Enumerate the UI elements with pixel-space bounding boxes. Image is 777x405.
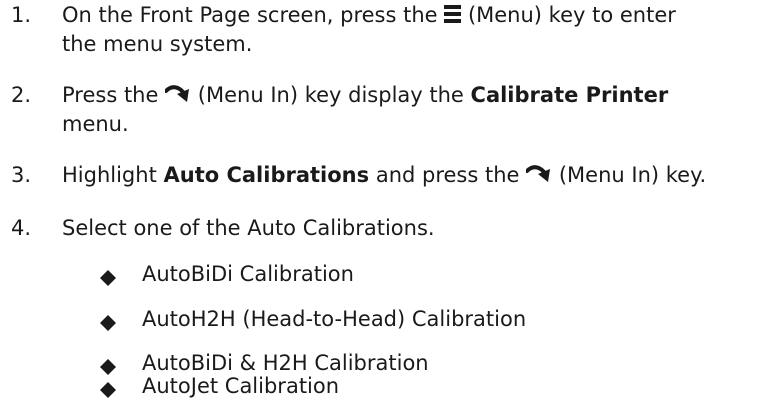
step-text-part: (Menu) key to enter — [467, 3, 676, 27]
menu-in-arrow-icon — [164, 82, 191, 110]
menu-icon — [444, 2, 462, 30]
diamond-bullet-icon — [100, 310, 116, 338]
step-text: Highlight Auto Calibrations and press th… — [62, 161, 772, 190]
step-number: 3. — [11, 163, 32, 187]
diamond-bullet-icon — [100, 265, 116, 293]
step-text-part: Highlight — [62, 163, 157, 187]
step-text-part: (Menu In) key. — [558, 163, 707, 187]
step-line: Highlight Auto Calibrations and press th… — [62, 161, 772, 190]
step-line: Select one of the Auto Calibrations. — [62, 216, 435, 240]
menu-name: Auto Calibrations — [163, 163, 370, 187]
step-number: 1. — [11, 3, 32, 27]
step-text: Select one of the Auto Calibrations. — [62, 214, 772, 242]
procedure-document: 1. On the Front Page screen, press the (… — [0, 0, 777, 400]
step-line: menu. — [62, 112, 129, 136]
step-text: On the Front Page screen, press the (Men… — [62, 1, 772, 58]
calibration-option: AutoBiDi Calibration — [142, 262, 354, 286]
step-text-part: (Menu In) key display the — [197, 83, 464, 107]
step-number: 2. — [11, 83, 32, 107]
step-line: Press the (Menu In) key display the Cali… — [62, 81, 772, 110]
step-line: On the Front Page screen, press the (Men… — [62, 1, 772, 30]
step-text-part: and press the — [375, 163, 520, 187]
step-text-part: Press the — [62, 83, 159, 107]
menu-name: Calibrate Printer — [470, 83, 669, 107]
diamond-bullet-icon — [100, 377, 116, 405]
menu-in-arrow-icon — [525, 162, 552, 190]
step-number: 4. — [11, 216, 32, 240]
step-text-part: On the Front Page screen, press the — [62, 3, 438, 27]
calibration-option: AutoJet Calibration — [142, 374, 340, 398]
calibration-option: AutoH2H (Head-to-Head) Calibration — [142, 307, 527, 331]
step-line: the menu system. — [62, 32, 253, 56]
step-text: Press the (Menu In) key display the Cali… — [62, 81, 772, 138]
